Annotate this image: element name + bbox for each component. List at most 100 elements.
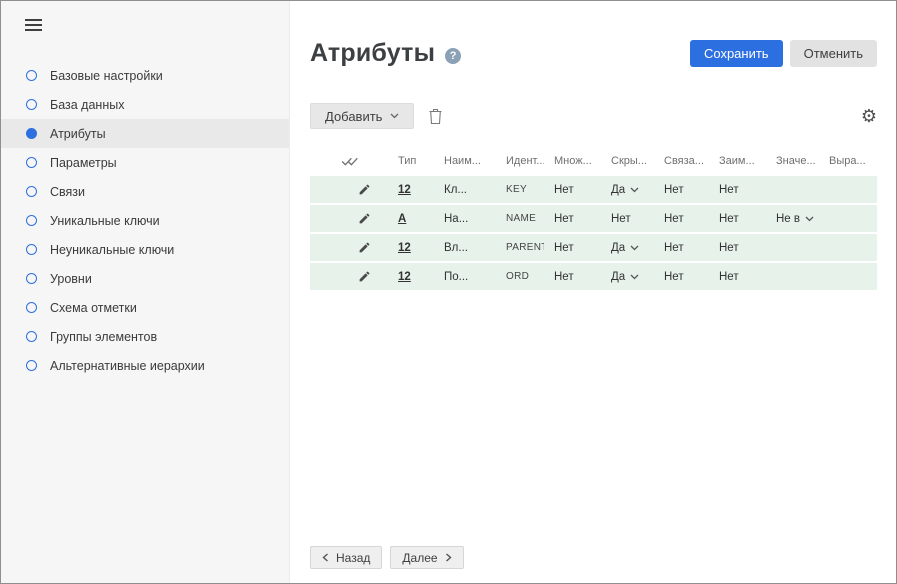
trash-icon	[429, 109, 442, 124]
column-header-linked: Связа...	[654, 155, 709, 167]
wizard-footer: Назад Далее	[310, 546, 877, 569]
linked-cell: Нет	[654, 242, 709, 254]
chevron-left-icon	[322, 553, 329, 562]
borrowed-cell: Нет	[709, 242, 766, 254]
edit-cell	[310, 270, 388, 283]
sidebar-item-parameters[interactable]: Параметры	[1, 148, 289, 177]
chevron-down-icon	[630, 245, 639, 251]
edit-pencil-icon[interactable]	[358, 241, 371, 254]
radio-icon	[26, 215, 37, 226]
hidden-dropdown-cell: Нет	[601, 213, 654, 225]
column-header-id: Идент...	[496, 155, 544, 167]
menu-bar	[25, 29, 42, 31]
edit-cell	[310, 212, 388, 225]
radio-icon	[26, 302, 37, 313]
linked-cell: Нет	[654, 271, 709, 283]
page-title: Атрибуты	[310, 39, 435, 68]
main-panel: Атрибуты ? Сохранить Отменить Добавить ⚙	[290, 1, 896, 583]
edit-pencil-icon[interactable]	[358, 183, 371, 196]
sidebar-item-basic-settings[interactable]: Базовые настройки	[1, 61, 289, 90]
menu-bar	[25, 24, 42, 26]
column-header-expr: Выра...	[819, 155, 877, 167]
add-button[interactable]: Добавить	[310, 103, 414, 129]
radio-selected-icon	[26, 128, 37, 139]
type-link[interactable]: 12	[398, 242, 411, 254]
multiple-cell: Нет	[544, 271, 601, 283]
name-cell: По...	[434, 271, 496, 283]
multiple-cell: Нет	[544, 184, 601, 196]
type-link[interactable]: 12	[398, 271, 411, 283]
settings-gear-icon[interactable]: ⚙	[861, 107, 877, 125]
sidebar-item-label: Альтернативные иерархии	[50, 359, 205, 373]
sidebar-item-element-groups[interactable]: Группы элементов	[1, 322, 289, 351]
table-row: A На... NAME Нет Нет Нет Нет Не в	[310, 205, 877, 234]
table-header-row: Тип Наим... Идент... Множ... Скры... Свя…	[310, 146, 877, 176]
sidebar-item-label: Уровни	[50, 272, 92, 286]
name-cell: Вл...	[434, 242, 496, 254]
sidebar-item-links[interactable]: Связи	[1, 177, 289, 206]
edit-cell	[310, 241, 388, 254]
radio-icon	[26, 360, 37, 371]
menu-icon[interactable]	[25, 19, 42, 31]
add-button-label: Добавить	[325, 109, 382, 124]
type-link[interactable]: 12	[398, 184, 411, 196]
chevron-down-icon	[630, 274, 639, 280]
identifier-cell: ORD	[506, 271, 529, 282]
sidebar-item-nonunique-keys[interactable]: Неуникальные ключи	[1, 235, 289, 264]
next-button-label: Далее	[402, 551, 437, 565]
help-icon[interactable]: ?	[445, 48, 461, 64]
chevron-down-icon	[390, 113, 399, 119]
sidebar-item-database[interactable]: База данных	[1, 90, 289, 119]
type-link[interactable]: A	[398, 213, 406, 225]
back-button[interactable]: Назад	[310, 546, 382, 569]
menu-bar	[25, 19, 42, 21]
next-button[interactable]: Далее	[390, 546, 463, 569]
borrowed-cell: Нет	[709, 184, 766, 196]
sidebar-item-label: Схема отметки	[50, 301, 137, 315]
hidden-dropdown-cell[interactable]: Да	[601, 271, 654, 283]
identifier-cell: NAME	[506, 213, 536, 224]
sidebar-item-label: Уникальные ключи	[50, 214, 160, 228]
hidden-dropdown-cell[interactable]: Да	[601, 242, 654, 254]
wizard-steps-nav: Базовые настройки База данных Атрибуты П…	[1, 61, 289, 380]
sidebar-item-label: Базовые настройки	[50, 69, 163, 83]
edit-pencil-icon[interactable]	[358, 212, 371, 225]
value-dropdown-cell[interactable]: Не в	[766, 213, 819, 225]
sidebar-item-label: Параметры	[50, 156, 117, 170]
sidebar-item-label: Группы элементов	[50, 330, 157, 344]
double-check-icon	[341, 156, 358, 167]
sidebar-item-label: Связи	[50, 185, 85, 199]
table-row: 12 Вл... PARENT Нет Да Нет Нет	[310, 234, 877, 263]
attributes-table: Тип Наим... Идент... Множ... Скры... Свя…	[310, 146, 877, 292]
borrowed-cell: Нет	[709, 213, 766, 225]
column-header-hidden: Скры...	[601, 155, 654, 167]
sidebar-item-attributes[interactable]: Атрибуты	[1, 119, 289, 148]
identifier-cell: KEY	[506, 184, 527, 195]
column-header-borrowed: Заим...	[709, 155, 766, 167]
cancel-button[interactable]: Отменить	[790, 40, 877, 67]
radio-icon	[26, 273, 37, 284]
radio-icon	[26, 331, 37, 342]
table-row: 12 По... ORD Нет Да Нет Нет	[310, 263, 877, 292]
hidden-dropdown-cell[interactable]: Да	[601, 184, 654, 196]
sidebar: Базовые настройки База данных Атрибуты П…	[1, 1, 290, 583]
borrowed-cell: Нет	[709, 271, 766, 283]
app-window: Базовые настройки База данных Атрибуты П…	[0, 0, 897, 584]
radio-icon	[26, 99, 37, 110]
page-header: Атрибуты ? Сохранить Отменить	[310, 39, 877, 68]
save-button[interactable]: Сохранить	[690, 40, 783, 67]
sidebar-item-label: Неуникальные ключи	[50, 243, 174, 257]
name-cell: Кл...	[434, 184, 496, 196]
chevron-down-icon	[630, 187, 639, 193]
multiple-cell: Нет	[544, 213, 601, 225]
sidebar-item-selection-schema[interactable]: Схема отметки	[1, 293, 289, 322]
sidebar-item-levels[interactable]: Уровни	[1, 264, 289, 293]
back-button-label: Назад	[336, 551, 370, 565]
sidebar-item-label: База данных	[50, 98, 124, 112]
edit-pencil-icon[interactable]	[358, 270, 371, 283]
radio-icon	[26, 244, 37, 255]
delete-button[interactable]	[429, 109, 442, 124]
radio-icon	[26, 70, 37, 81]
sidebar-item-unique-keys[interactable]: Уникальные ключи	[1, 206, 289, 235]
sidebar-item-alternative-hierarchies[interactable]: Альтернативные иерархии	[1, 351, 289, 380]
